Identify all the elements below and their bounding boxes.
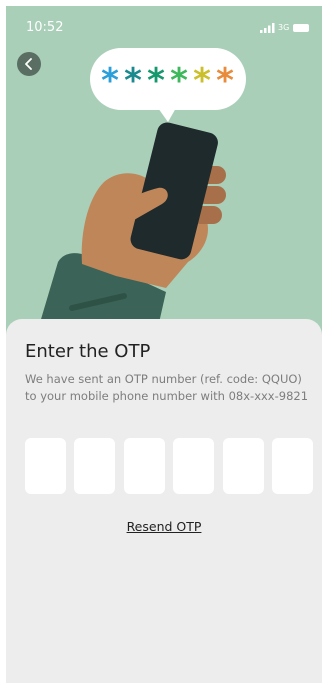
asterisk-6: *	[216, 61, 234, 101]
otp-digit-2[interactable]	[74, 438, 116, 494]
asterisk-4: *	[170, 61, 188, 101]
hero-illustration-area: ****** ****** 10:52 3G	[6, 6, 322, 336]
battery-icon	[293, 24, 309, 32]
network-type: 3G	[278, 23, 290, 32]
asterisk-3: *	[147, 61, 165, 101]
phone-screen: ****** ****** 10:52 3G Enter the OTP We …	[6, 6, 322, 683]
back-button[interactable]	[17, 52, 41, 76]
asterisk-1: *	[101, 61, 119, 101]
asterisk-2: *	[124, 61, 142, 101]
signal-bars-icon	[260, 23, 275, 33]
otp-digit-1[interactable]	[25, 438, 66, 494]
chevron-left-icon	[25, 58, 32, 70]
resend-otp-link[interactable]: Resend OTP	[6, 519, 322, 534]
otp-input-group	[25, 438, 313, 494]
asterisk-5: *	[193, 61, 211, 101]
otp-description: We have sent an OTP number (ref. code: Q…	[25, 372, 309, 403]
page-title: Enter the OTP	[25, 341, 151, 362]
otp-sheet: Enter the OTP We have sent an OTP number…	[6, 319, 322, 683]
status-time: 10:52	[26, 20, 64, 35]
otp-digit-3[interactable]	[123, 438, 165, 494]
status-bar: 10:52 3G	[6, 6, 322, 46]
otp-digit-5[interactable]	[222, 438, 264, 494]
otp-digit-4[interactable]	[173, 438, 215, 494]
otp-digit-6[interactable]	[271, 438, 313, 494]
